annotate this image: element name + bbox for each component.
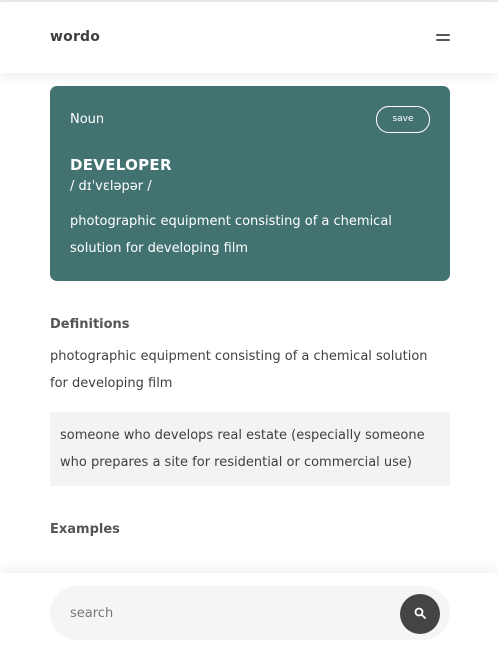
card-definition: photographic equipment consisting of a c…: [70, 214, 392, 256]
search-button[interactable]: [400, 594, 440, 634]
word-title: DEVELOPER: [70, 156, 172, 174]
definition-item-highlighted: someone who develops real estate (especi…: [50, 412, 450, 486]
definitions-title: Definitions: [50, 317, 130, 332]
bottom-search-bar: [0, 573, 498, 649]
pronunciation: / dɪˈvɛləpər /: [70, 179, 152, 194]
menu-icon-line-bottom: [436, 39, 450, 41]
save-button[interactable]: save: [376, 106, 430, 133]
search-icon: [414, 607, 426, 619]
word-card: Noun save DEVELOPER / dɪˈvɛləpər / photo…: [50, 86, 450, 281]
search-box: [50, 586, 450, 640]
definition-item: photographic equipment consisting of a c…: [50, 349, 428, 391]
menu-icon[interactable]: [436, 34, 450, 42]
examples-title: Examples: [50, 522, 120, 537]
app-header: wordo: [0, 2, 498, 73]
search-input[interactable]: [70, 601, 390, 625]
menu-icon-line-top: [436, 34, 450, 36]
brand-logo[interactable]: wordo: [50, 29, 100, 45]
part-of-speech: Noun: [70, 112, 105, 127]
